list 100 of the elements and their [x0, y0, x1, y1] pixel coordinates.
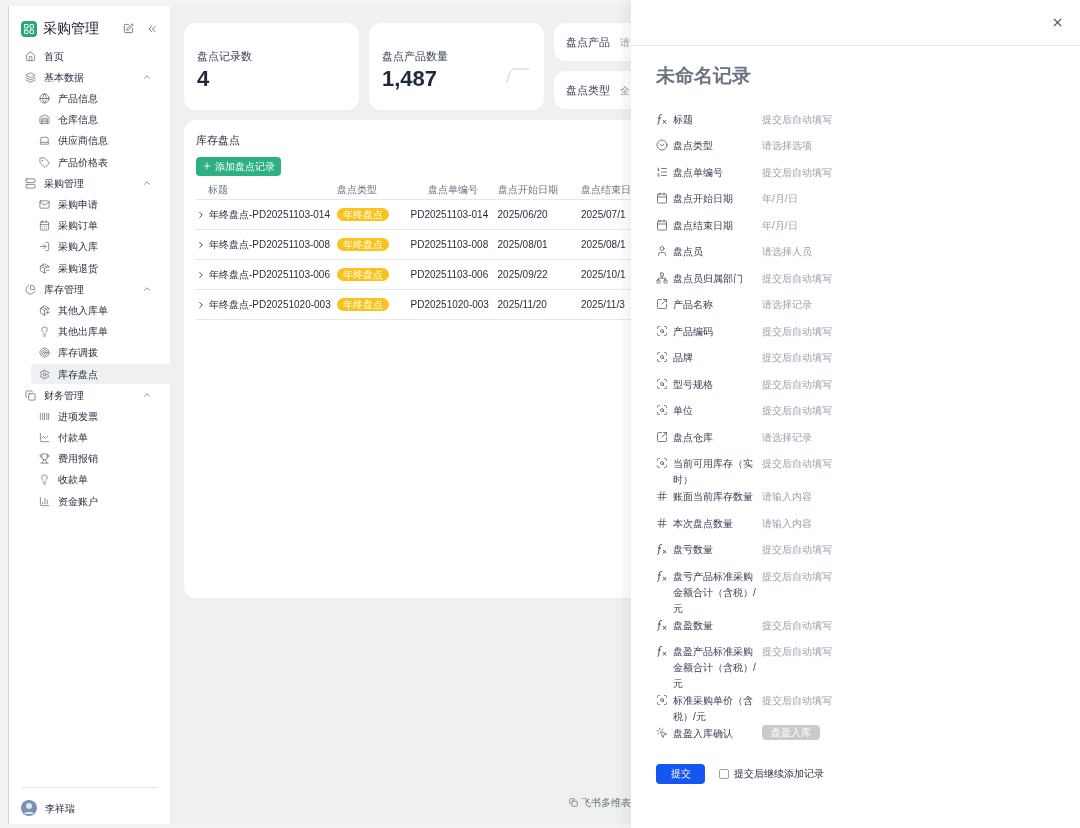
nav-icon	[39, 432, 50, 444]
brand-icon	[569, 798, 578, 807]
link-record-icon	[656, 430, 668, 443]
nav-item[interactable]: 采购申请	[31, 194, 172, 215]
drawer-title: 未命名记录	[656, 64, 752, 88]
nav-item[interactable]: 采购入库	[31, 236, 172, 257]
nav-item[interactable]: 进项发票	[31, 406, 172, 427]
table-cell: PD20251020-003	[408, 289, 498, 320]
expand-icon[interactable]	[196, 239, 206, 250]
formula-icon	[656, 543, 668, 555]
nav-group[interactable]: 基本数据	[21, 67, 158, 88]
field-label: 标题	[673, 112, 694, 127]
type-tag: 年终盘点	[336, 268, 389, 281]
group-icon	[25, 177, 36, 189]
select-icon	[656, 139, 668, 151]
app-logo-icon	[21, 20, 37, 37]
submit-button[interactable]: 提交	[656, 763, 705, 784]
field-label: 单位	[673, 404, 694, 418]
table-cell[interactable]: 年终盘点-PD20251103-008	[196, 229, 337, 260]
nav-group[interactable]: 财务管理	[21, 385, 158, 406]
lookup-icon	[656, 324, 668, 337]
field-label: 标准采购单价（含税）/元	[673, 694, 754, 724]
nav-item[interactable]: 其他出库单	[31, 321, 172, 342]
nav-item[interactable]: 库存盘点	[31, 364, 172, 384]
nav-group[interactable]: 库存管理	[21, 279, 158, 300]
table-cell[interactable]: 年终盘点-PD20251020-003	[196, 289, 337, 320]
table-cell: 2025/06/20	[497, 199, 581, 230]
hierarchy-icon	[656, 271, 668, 284]
nav-icon	[39, 474, 50, 486]
field-label: 当前可用库存（实时）	[673, 457, 754, 487]
field-label: 型号规格	[673, 377, 714, 392]
app-title: 采购管理	[43, 19, 99, 38]
nav-item[interactable]: 首页	[21, 46, 158, 67]
nav-item[interactable]: 采购退货	[31, 258, 172, 279]
plus-icon	[202, 161, 212, 171]
nav-icon	[39, 495, 50, 507]
nav-item[interactable]: 资金账户	[31, 491, 172, 512]
stat-value: 4	[197, 64, 210, 92]
field-label: 盘盈入库确认	[673, 727, 734, 741]
nav-item[interactable]: 供应商信息	[31, 130, 172, 151]
nav-item[interactable]: 采购订单	[31, 215, 172, 236]
filter-label: 盘点产品	[566, 34, 610, 50]
nav-item[interactable]: 费用报销	[31, 448, 172, 469]
nav-item[interactable]: 库存调拨	[31, 342, 172, 363]
home-icon	[25, 50, 36, 62]
table-cell: 2025/08/1	[581, 229, 631, 260]
group-icon	[25, 389, 36, 401]
nav-item[interactable]: 仓库信息	[31, 109, 172, 130]
field-label: 账面当前库存数量	[673, 490, 754, 504]
field-label: 盘亏产品标准采购金额合计（含税）/元	[673, 569, 757, 616]
type-tag: 年终盘点	[336, 298, 389, 311]
filter-card[interactable]: 盘点产品 请	[554, 23, 631, 61]
table-cell: 2025/10/1	[581, 259, 631, 290]
filter-card[interactable]: 盘点类型 全	[554, 71, 631, 109]
field-label: 盘点员	[673, 245, 704, 259]
field-label: 品牌	[673, 351, 694, 365]
group-icon	[25, 71, 36, 83]
nav-item[interactable]: 付款单	[31, 427, 172, 448]
field-label: 盘点仓库	[673, 430, 714, 445]
close-icon[interactable]	[1051, 16, 1064, 29]
lookup-icon	[656, 377, 668, 390]
checkbox-label: 提交后继续添加记录	[734, 767, 824, 781]
calendar-icon	[656, 218, 668, 231]
hash-icon	[656, 490, 668, 502]
nav-item[interactable]: 收款单	[31, 469, 172, 490]
field-label: 产品编码	[673, 324, 714, 339]
table-cell[interactable]: 年终盘点-PD20251103-006	[196, 259, 337, 290]
nav-item[interactable]: 产品价格表	[31, 152, 172, 173]
table-cell: 2025/09/22	[497, 259, 581, 290]
nav-icon	[39, 262, 50, 274]
table-cell[interactable]: 年终盘点-PD20251103-014	[196, 199, 337, 230]
type-tag: 年终盘点	[336, 208, 389, 221]
hash-icon	[656, 516, 668, 529]
table-cell: 2025/11/20	[497, 289, 581, 320]
field-label: 盘点员归属部门	[673, 271, 744, 286]
nav-icon	[39, 93, 50, 105]
nav-item[interactable]: 其他入库单	[31, 300, 172, 321]
nav-group[interactable]: 采购管理	[21, 173, 158, 194]
lookup-icon	[656, 404, 668, 416]
table-cell: 2025/07/1	[581, 199, 631, 230]
sparkline-icon	[506, 67, 530, 83]
table-cell: PD20251103-008	[408, 229, 498, 260]
user-name: 李祥瑞	[45, 801, 75, 816]
nav-icon	[39, 135, 50, 147]
column-header: 盘点开始日期	[497, 179, 581, 200]
checkbox[interactable]	[719, 768, 729, 779]
lookup-icon	[656, 694, 668, 706]
stat-label: 盘点记录数	[197, 49, 253, 64]
expand-icon[interactable]	[196, 209, 206, 220]
brand-text: 飞书多维表	[581, 796, 631, 810]
column-header: 标题	[196, 179, 337, 200]
stat-label: 盘点产品数量	[382, 49, 449, 64]
edit-icon[interactable]	[123, 23, 134, 34]
formula-icon	[656, 112, 668, 125]
nav-item[interactable]: 产品信息	[31, 88, 172, 109]
field-label: 盘点类型	[673, 139, 714, 153]
column-header: 盘点类型	[336, 179, 409, 200]
expand-icon[interactable]	[196, 299, 206, 310]
formula-icon	[656, 645, 668, 657]
expand-icon[interactable]	[196, 269, 206, 280]
